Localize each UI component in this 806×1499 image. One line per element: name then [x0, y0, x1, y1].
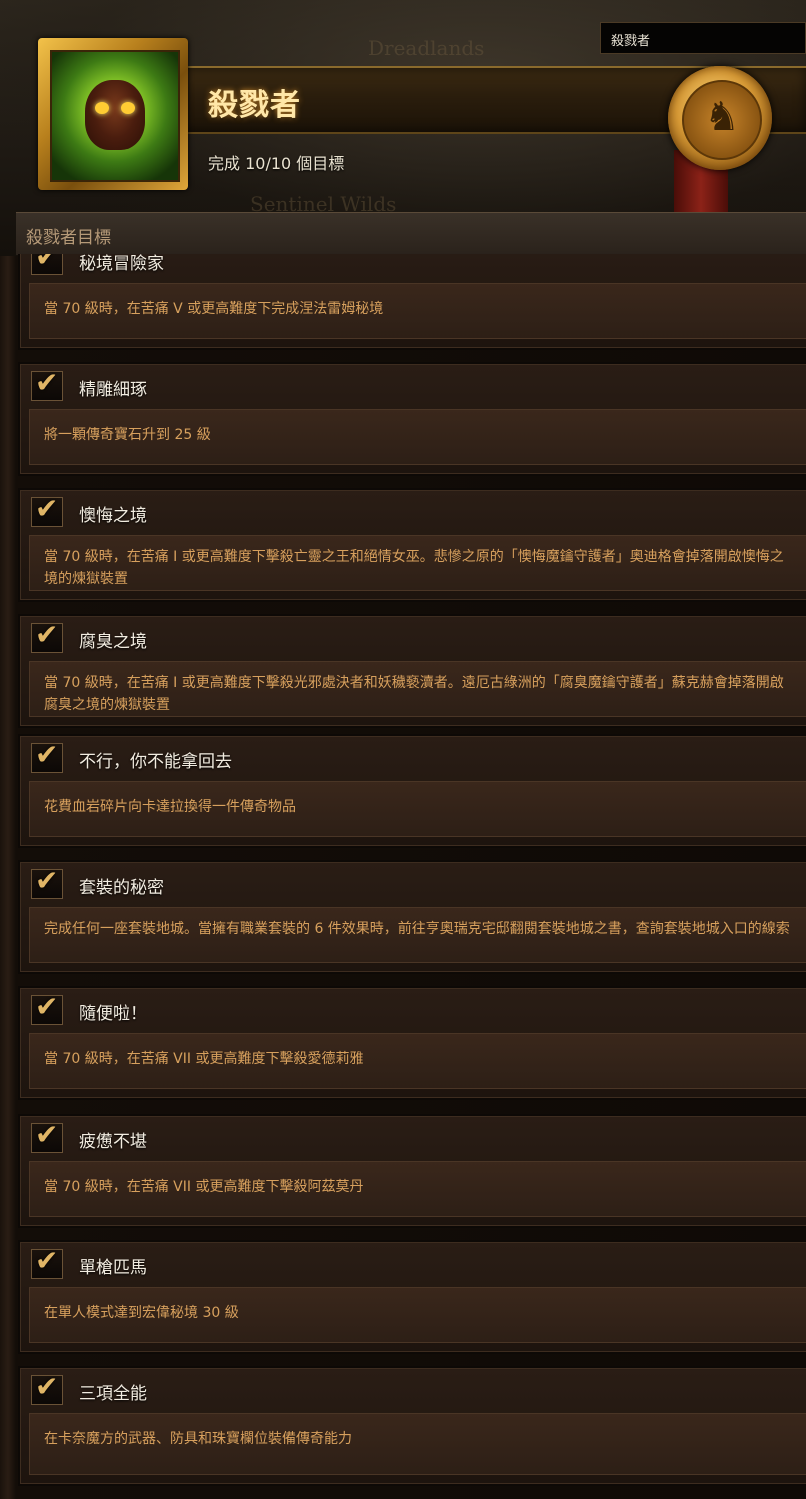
objective-title: 精雕細琢 — [79, 380, 147, 400]
checkbox: ✔ — [31, 1370, 63, 1405]
checkbox: ✔ — [31, 492, 63, 527]
objective-title: 懊悔之境 — [79, 506, 147, 526]
objective-title: 腐臭之境 — [79, 632, 147, 652]
checkbox: ✔ — [31, 366, 63, 401]
objective-body: 在單人模式達到宏偉秘境 30 級 — [29, 1287, 806, 1343]
objective-description: 當 70 級時，在苦痛 I 或更高難度下擊殺亡靈之王和絕情女巫。悲慘之原的「懊悔… — [44, 549, 784, 587]
checkbox: ✔ — [31, 864, 63, 899]
objective-item: ✔ 懊悔之境 當 70 級時，在苦痛 I 或更高難度下擊殺亡靈之王和絕情女巫。悲… — [20, 490, 806, 600]
objective-body: 花費血岩碎片向卡達拉換得一件傳奇物品 — [29, 781, 806, 837]
wolf-crest-medal-icon: ♞ — [668, 66, 772, 170]
checkbox: ✔ — [31, 738, 63, 773]
objective-item: ✔ 疲憊不堪 當 70 級時，在苦痛 VII 或更高難度下擊殺阿茲莫丹 — [20, 1116, 806, 1226]
objective-item: ✔ 秘境冒險家 當 70 級時，在苦痛 V 或更高難度下完成涅法雷姆秘境 — [20, 254, 806, 348]
objective-header: ✔ 三項全能 — [21, 1369, 806, 1411]
objective-body: 在卡奈魔方的武器、防具和珠寶欄位裝備傳奇能力 — [29, 1413, 806, 1475]
skull-achievement-icon — [50, 50, 180, 182]
medal-inner: ♞ — [682, 80, 762, 160]
checkmark-icon: ✔ — [35, 990, 59, 1023]
objective-description: 當 70 級時，在苦痛 VII 或更高難度下擊殺愛德莉雅 — [44, 1051, 364, 1067]
objective-description: 當 70 級時，在苦痛 VII 或更高難度下擊殺阿茲莫丹 — [44, 1179, 364, 1195]
objective-title: 秘境冒險家 — [79, 254, 164, 274]
progress-text: 完成 10/10 個目標 — [208, 154, 345, 173]
objective-description: 在卡奈魔方的武器、防具和珠寶欄位裝備傳奇能力 — [44, 1431, 352, 1447]
objective-body: 當 70 級時，在苦痛 V 或更高難度下完成涅法雷姆秘境 — [29, 283, 806, 339]
objective-header: ✔ 疲憊不堪 — [21, 1117, 806, 1159]
objective-header: ✔ 秘境冒險家 — [21, 254, 806, 281]
wolf-head-icon: ♞ — [704, 94, 740, 140]
objective-body: 當 70 級時，在苦痛 VII 或更高難度下擊殺阿茲莫丹 — [29, 1161, 806, 1217]
objective-header: ✔ 不行，你不能拿回去 — [21, 737, 806, 779]
objectives-list[interactable]: ✔ 秘境冒險家 當 70 級時，在苦痛 V 或更高難度下完成涅法雷姆秘境 ✔ 精… — [16, 254, 806, 1499]
objective-item: ✔ 單槍匹馬 在單人模式達到宏偉秘境 30 級 — [20, 1242, 806, 1352]
objective-title: 隨便啦！ — [79, 1004, 147, 1024]
objective-title: 套裝的秘密 — [79, 878, 164, 898]
checkbox: ✔ — [31, 990, 63, 1025]
objective-header: ✔ 單槍匹馬 — [21, 1243, 806, 1285]
objective-title: 三項全能 — [79, 1384, 147, 1404]
section-header: 殺戮者目標 — [16, 212, 806, 255]
objective-description: 當 70 級時，在苦痛 I 或更高難度下擊殺光邪處決者和妖穢褻瀆者。遠厄古綠洲的… — [44, 675, 784, 713]
objective-body: 將一顆傳奇寶石升到 25 級 — [29, 409, 806, 465]
checkmark-icon: ✔ — [35, 1244, 59, 1277]
search-input-value: 殺戮者 — [611, 34, 651, 49]
achievement-header: Dreadlands Sentinel Wilds 殺戮者 完成 10/10 個… — [0, 0, 806, 256]
checkmark-icon: ✔ — [35, 254, 59, 273]
skull-icon — [85, 80, 145, 150]
objective-item: ✔ 三項全能 在卡奈魔方的武器、防具和珠寶欄位裝備傳奇能力 — [20, 1368, 806, 1484]
checkmark-icon: ✔ — [35, 366, 59, 399]
objective-title: 單槍匹馬 — [79, 1258, 147, 1278]
objective-description: 當 70 級時，在苦痛 V 或更高難度下完成涅法雷姆秘境 — [44, 301, 384, 317]
checkmark-icon: ✔ — [35, 618, 59, 651]
objective-body: 當 70 級時，在苦痛 I 或更高難度下擊殺亡靈之王和絕情女巫。悲慘之原的「懊悔… — [29, 535, 806, 591]
objective-header: ✔ 套裝的秘密 — [21, 863, 806, 905]
objective-description: 花費血岩碎片向卡達拉換得一件傳奇物品 — [44, 799, 296, 815]
checkmark-icon: ✔ — [35, 1118, 59, 1151]
objective-item: ✔ 套裝的秘密 完成任何一座套裝地城。當擁有職業套裝的 6 件效果時，前往亨奧瑞… — [20, 862, 806, 972]
objective-title: 疲憊不堪 — [79, 1132, 147, 1152]
objective-body: 當 70 級時，在苦痛 VII 或更高難度下擊殺愛德莉雅 — [29, 1033, 806, 1089]
objective-header: ✔ 隨便啦！ — [21, 989, 806, 1031]
checkbox: ✔ — [31, 1118, 63, 1153]
objective-item: ✔ 隨便啦！ 當 70 級時，在苦痛 VII 或更高難度下擊殺愛德莉雅 — [20, 988, 806, 1098]
checkmark-icon: ✔ — [35, 1370, 59, 1403]
achievement-icon-frame — [38, 38, 188, 190]
checkmark-icon: ✔ — [35, 864, 59, 897]
objective-header: ✔ 精雕細琢 — [21, 365, 806, 407]
objective-title: 不行，你不能拿回去 — [79, 752, 232, 772]
checkbox: ✔ — [31, 618, 63, 653]
search-input[interactable]: 殺戮者 — [600, 22, 806, 54]
checkmark-icon: ✔ — [35, 738, 59, 771]
objective-description: 將一顆傳奇寶石升到 25 級 — [44, 427, 211, 443]
objective-header: ✔ 腐臭之境 — [21, 617, 806, 659]
map-label: Dreadlands — [368, 36, 485, 60]
objective-item: ✔ 不行，你不能拿回去 花費血岩碎片向卡達拉換得一件傳奇物品 — [20, 736, 806, 846]
objective-header: ✔ 懊悔之境 — [21, 491, 806, 533]
objective-body: 完成任何一座套裝地城。當擁有職業套裝的 6 件效果時，前往亨奧瑞克宅邸翻閱套裝地… — [29, 907, 806, 963]
achievement-title: 殺戮者 — [208, 88, 301, 123]
checkbox: ✔ — [31, 254, 63, 275]
checkbox: ✔ — [31, 1244, 63, 1279]
section-title: 殺戮者目標 — [26, 228, 111, 248]
objective-body: 當 70 級時，在苦痛 I 或更高難度下擊殺光邪處決者和妖穢褻瀆者。遠厄古綠洲的… — [29, 661, 806, 717]
objective-description: 完成任何一座套裝地城。當擁有職業套裝的 6 件效果時，前往亨奧瑞克宅邸翻閱套裝地… — [44, 921, 790, 937]
checkmark-icon: ✔ — [35, 492, 59, 525]
objective-item: ✔ 腐臭之境 當 70 級時，在苦痛 I 或更高難度下擊殺光邪處決者和妖穢褻瀆者… — [20, 616, 806, 726]
objective-item: ✔ 精雕細琢 將一顆傳奇寶石升到 25 級 — [20, 364, 806, 474]
objective-description: 在單人模式達到宏偉秘境 30 級 — [44, 1305, 239, 1321]
